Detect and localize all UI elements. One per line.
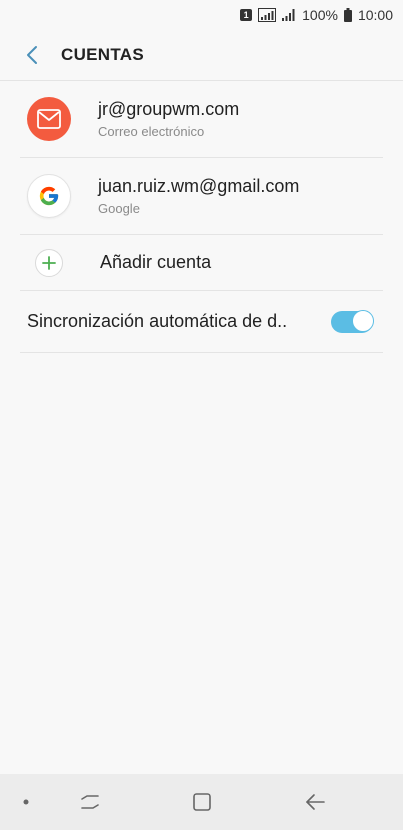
plus-icon: [42, 255, 56, 270]
nav-dot-button[interactable]: [6, 782, 46, 822]
auto-sync-toggle[interactable]: [331, 309, 374, 333]
add-account-item[interactable]: Añadir cuenta: [20, 235, 383, 291]
account-email-address: jr@groupwm.com: [98, 99, 240, 119]
google-avatar: [27, 174, 71, 218]
recent-apps-icon: [81, 795, 99, 809]
auto-sync-label: Sincronización automática de d..: [27, 311, 288, 331]
account-item-email[interactable]: jr@groupwm.com Correo electrónico: [20, 81, 383, 158]
navigation-bar: [0, 774, 403, 830]
add-account-label: Añadir cuenta: [100, 252, 212, 272]
email-envelope-icon: [37, 109, 61, 129]
account-type: Google: [98, 201, 140, 216]
auto-sync-item[interactable]: Sincronización automática de d..: [20, 291, 383, 353]
recent-apps-button[interactable]: [70, 782, 110, 822]
battery-percent: 100%: [302, 7, 338, 23]
cell-signal-icon: [282, 9, 296, 21]
home-button[interactable]: [182, 782, 222, 822]
google-logo-icon: [39, 186, 59, 206]
clock: 10:00: [357, 7, 393, 23]
account-item-google[interactable]: juan.ruiz.wm@gmail.com Google: [20, 158, 383, 235]
home-icon: [193, 793, 211, 811]
dot-icon: [23, 799, 29, 805]
accounts-list: jr@groupwm.com Correo electrónico juan.r…: [0, 81, 403, 353]
page-title: CUENTAS: [61, 45, 145, 64]
status-bar: 1 100% 10:00: [0, 0, 403, 30]
account-text: juan.ruiz.wm@gmail.com Google: [98, 176, 299, 216]
email-avatar: [27, 97, 71, 141]
back-arrow-icon: [27, 46, 37, 64]
add-icon-circle: [35, 248, 63, 277]
toggle-knob: [352, 309, 374, 332]
back-icon: [306, 794, 325, 810]
account-type: Correo electrónico: [98, 124, 205, 139]
back-button[interactable]: [20, 43, 44, 67]
sim-icon: 1: [240, 9, 253, 21]
app-bar: CUENTAS: [0, 30, 403, 80]
account-text: jr@groupwm.com Correo electrónico: [98, 99, 239, 139]
account-email-address: juan.ruiz.wm@gmail.com: [98, 176, 300, 196]
battery-icon: [343, 8, 352, 22]
signal-icon: [258, 8, 277, 22]
nav-back-button[interactable]: [295, 782, 335, 822]
